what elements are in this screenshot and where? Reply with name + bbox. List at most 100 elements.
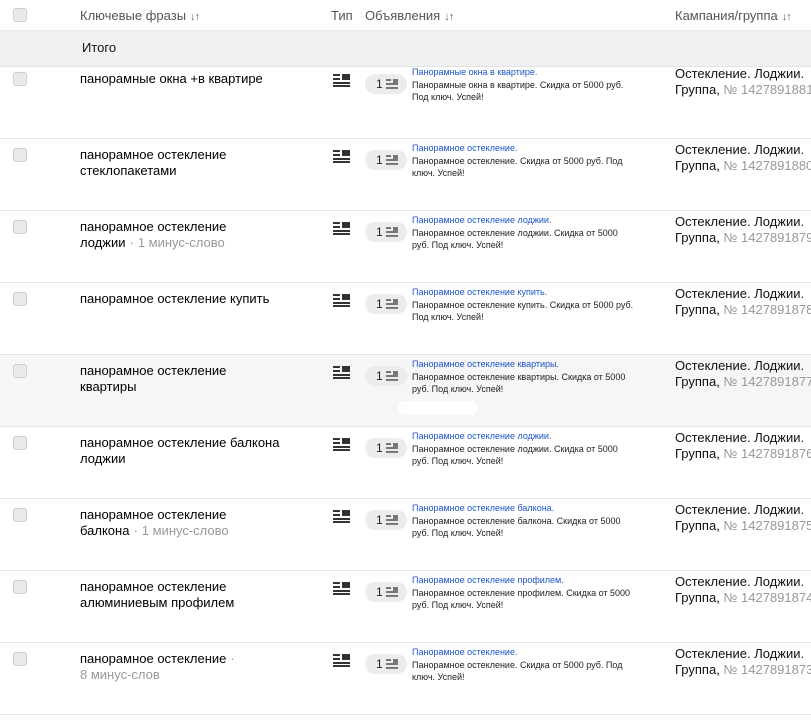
sort-campaign-icon[interactable]: ↓↑ [782, 11, 792, 23]
keyword-text-line2[interactable]: квартиры [80, 379, 136, 394]
ad-preview[interactable]: Панорамные окна в квартире. Панорамные ок… [412, 66, 637, 103]
ads-count-badge[interactable]: 1 [365, 366, 407, 386]
keyword-text-line2[interactable]: лоджии [80, 451, 125, 466]
keyword-text[interactable]: панорамное остекление [80, 507, 226, 522]
text-ad-type-icon [333, 510, 350, 523]
ads-count-badge[interactable]: 1 [365, 510, 407, 530]
ad-title[interactable]: Панорамное остекление квартиры. [412, 358, 637, 370]
ads-count-badge[interactable]: 1 [365, 74, 407, 94]
ad-title[interactable]: Панорамное остекление балкона. [412, 502, 637, 514]
ad-title[interactable]: Панорамное остекление профилем. [412, 574, 637, 586]
group-number[interactable]: № 1427891878 [723, 302, 811, 317]
campaign-name[interactable]: Остекление. Лоджии. [675, 430, 804, 445]
campaign-cell[interactable]: Остекление. Лоджии. Группа, № 1427891875 [675, 502, 811, 534]
group-number[interactable]: № 1427891880 [723, 158, 811, 173]
sort-keywords-icon[interactable]: ↓↑ [190, 11, 200, 23]
sort-ads-icon[interactable]: ↓↑ [444, 11, 454, 23]
campaign-cell[interactable]: Остекление. Лоджии. Группа, № 1427891880 [675, 142, 811, 174]
table-row[interactable]: панорамные окна +в квартире 1 Панорамные о… [0, 66, 811, 139]
ads-count-badge[interactable]: 1 [365, 654, 407, 674]
ads-count-badge[interactable]: 1 [365, 438, 407, 458]
ads-count-badge[interactable]: 1 [365, 150, 407, 170]
ad-title[interactable]: Панорамные окна в квартире. [412, 66, 637, 78]
campaign-cell[interactable]: Остекление. Лоджии. Группа, № 1427891874 [675, 574, 811, 606]
keyword-text[interactable]: панорамное остекление купить [80, 291, 269, 306]
row-checkbox[interactable] [13, 72, 27, 86]
ad-title[interactable]: Панорамное остекление лоджии. [412, 430, 637, 442]
row-checkbox[interactable] [13, 364, 27, 378]
campaign-name[interactable]: Остекление. Лоджии. [675, 574, 804, 589]
ad-preview[interactable]: Панорамное остекление купить. Панорамное … [412, 286, 637, 323]
group-number[interactable]: № 1427891874 [723, 590, 811, 605]
row-checkbox[interactable] [13, 436, 27, 450]
select-all-checkbox[interactable] [13, 8, 27, 22]
campaign-name[interactable]: Остекление. Лоджии. [675, 502, 804, 517]
ad-title[interactable]: Панорамное остекление. [412, 646, 637, 658]
keyword-text[interactable]: панорамное остекление [80, 219, 226, 234]
table-row[interactable]: панорамное остекление стеклопакетами 1 Пано… [0, 139, 811, 211]
table-row[interactable]: панорамное остекление купить 1 Панорамное … [0, 283, 811, 355]
ads-count-badge[interactable]: 1 [365, 222, 407, 242]
column-ads[interactable]: Объявления ↓↑ [365, 8, 454, 23]
ad-preview[interactable]: Панорамное остекление профилем. Панорамно… [412, 574, 637, 611]
keyword-text-line2[interactable]: лоджии [80, 235, 125, 250]
campaign-cell[interactable]: Остекление. Лоджии. Группа, № 1427891879 [675, 214, 811, 246]
ads-count-badge[interactable]: 1 [365, 294, 407, 314]
column-campaign[interactable]: Кампания/группа ↓↑ [675, 8, 792, 23]
table-row[interactable]: панорамное остекление балкона лоджии 1 Пано… [0, 427, 811, 499]
row-checkbox[interactable] [13, 220, 27, 234]
campaign-name[interactable]: Остекление. Лоджии. [675, 66, 804, 81]
table-row[interactable]: панорамное остекление алюминиевым профиле… [0, 571, 811, 643]
keyword-text[interactable]: панорамное остекление [80, 651, 226, 666]
campaign-cell[interactable]: Остекление. Лоджии. Группа, № 1427891873 [675, 646, 811, 678]
minus-words-link[interactable]: 1 минус-слово [138, 235, 225, 250]
campaign-cell[interactable]: Остекление. Лоджии. Группа, № 1427891881 [675, 66, 811, 98]
keyword-text-line2[interactable]: балкона [80, 523, 129, 538]
campaign-name[interactable]: Остекление. Лоджии. [675, 646, 804, 661]
campaign-name[interactable]: Остекление. Лоджии. [675, 286, 804, 301]
keyword-text-line2[interactable]: алюминиевым профилем [80, 595, 234, 610]
ad-preview[interactable]: Панорамное остекление. Панорамное остекле… [412, 646, 637, 683]
campaign-cell[interactable]: Остекление. Лоджии. Группа, № 1427891878 [675, 286, 811, 318]
table-row[interactable]: панорамное остекление лоджии · 1 минус-слов… [0, 211, 811, 283]
group-number[interactable]: № 1427891876 [723, 446, 811, 461]
table-row[interactable]: панорамное остекление · 8 минус-слов 1 Панор… [0, 643, 811, 715]
row-checkbox[interactable] [13, 652, 27, 666]
ad-preview[interactable]: Панорамное остекление квартиры. Панорамно… [412, 358, 637, 395]
keyword-text[interactable]: панорамное остекление балкона [80, 435, 279, 450]
row-checkbox[interactable] [13, 148, 27, 162]
ad-title[interactable]: Панорамное остекление. [412, 142, 637, 154]
campaign-name[interactable]: Остекление. Лоджии. [675, 214, 804, 229]
row-checkbox[interactable] [13, 508, 27, 522]
group-number[interactable]: № 1427891881 [723, 82, 811, 97]
keyword-text[interactable]: панорамные окна +в квартире [80, 71, 263, 86]
ad-preview[interactable]: Панорамное остекление лоджии. Панорамное … [412, 214, 637, 251]
ad-preview[interactable]: Панорамное остекление балкона. Панорамное… [412, 502, 637, 539]
ad-title[interactable]: Панорамное остекление купить. [412, 286, 637, 298]
ad-preview[interactable]: Панорамное остекление. Панорамное остекле… [412, 142, 637, 179]
table-row[interactable]: панорамное остекление балкона · 1 минус-сло… [0, 499, 811, 571]
table-row[interactable]: панорамное остекление квартиры 1 Панорамное… [0, 355, 811, 427]
group-number[interactable]: № 1427891879 [723, 230, 811, 245]
group-number[interactable]: № 1427891875 [723, 518, 811, 533]
ad-preview[interactable]: Панорамное остекление лоджии. Панорамное … [412, 430, 637, 467]
ad-title[interactable]: Панорамное остекление лоджии. [412, 214, 637, 226]
group-number[interactable]: № 1427891877 [723, 374, 811, 389]
campaign-name[interactable]: Остекление. Лоджии. [675, 358, 804, 373]
campaign-cell[interactable]: Остекление. Лоджии. Группа, № 1427891876 [675, 430, 811, 462]
campaign-name[interactable]: Остекление. Лоджии. [675, 142, 804, 157]
text-ad-type-icon [333, 150, 350, 163]
keyword-text[interactable]: панорамное остекление [80, 363, 226, 378]
keyword-text[interactable]: панорамное остекление [80, 147, 226, 162]
campaign-cell[interactable]: Остекление. Лоджии. Группа, № 1427891877 [675, 358, 811, 390]
row-checkbox[interactable] [13, 580, 27, 594]
keyword-text-line2[interactable]: стеклопакетами [80, 163, 176, 178]
minus-words-link[interactable]: 1 минус-слово [142, 523, 229, 538]
ads-count-badge[interactable]: 1 [365, 582, 407, 602]
ads-count: 1 [376, 297, 383, 311]
group-number[interactable]: № 1427891873 [723, 662, 811, 677]
row-checkbox[interactable] [13, 292, 27, 306]
column-keywords[interactable]: Ключевые фразы ↓↑ [80, 8, 200, 23]
minus-words-link[interactable]: 8 минус-слов [80, 667, 160, 682]
keyword-text[interactable]: панорамное остекление [80, 579, 226, 594]
